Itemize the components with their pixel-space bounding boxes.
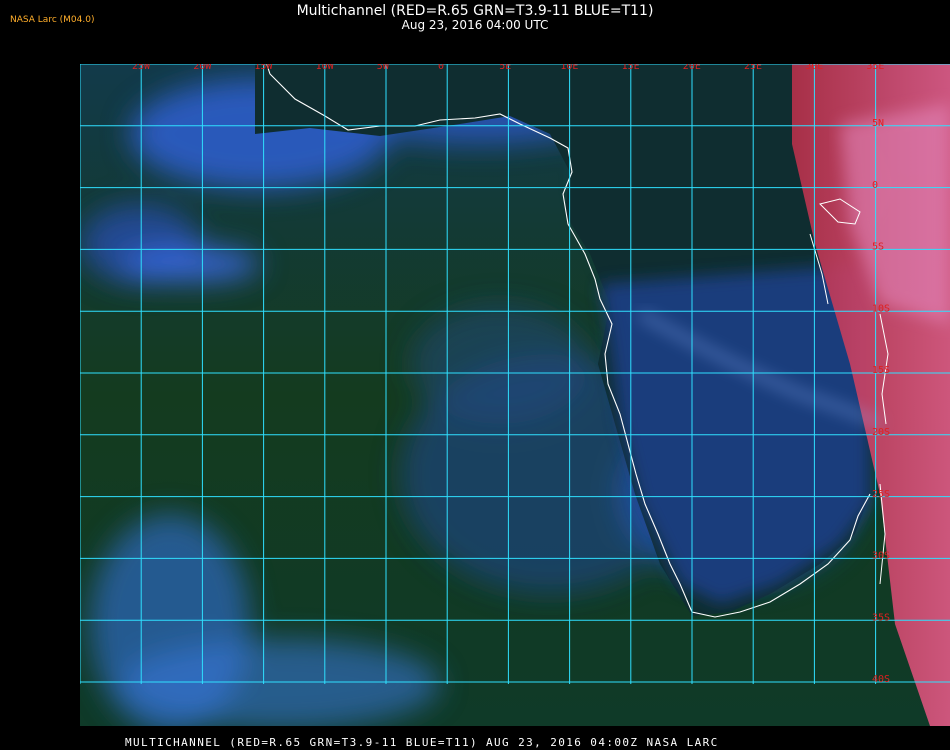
longitude-label: 30E <box>805 64 823 72</box>
longitude-label: 20E <box>683 64 701 72</box>
latitude-label: 10S <box>872 303 890 314</box>
longitude-label: 35E <box>866 64 884 72</box>
longitude-label: 5E <box>499 64 511 72</box>
longitude-label: 25W <box>132 64 151 72</box>
longitude-label: 15E <box>622 64 640 72</box>
latitude-label: 35S <box>872 612 890 623</box>
latitude-label: 30S <box>872 551 890 562</box>
longitude-label: 15W <box>254 64 273 72</box>
footer-caption: MULTICHANNEL (RED=R.65 GRN=T3.9-11 BLUE=… <box>125 736 719 749</box>
image-timestamp: Aug 23, 2016 04:00 UTC <box>401 18 549 32</box>
longitude-label: 10E <box>560 64 578 72</box>
satellite-image: 25W 20W 15W 10W 5W 0 5E 10E 15E 20E 25E 30E 35E 5N 0 5S… <box>80 64 950 726</box>
longitude-label: 10W <box>316 64 335 72</box>
latitude-label: 5N <box>872 118 884 129</box>
image-title: Multichannel (RED=R.65 GRN=T3.9-11 BLUE=… <box>296 3 654 19</box>
satellite-map: 25W 20W 15W 10W 5W 0 5E 10E 15E 20E 25E 30E 35E 5N 0 5S… <box>80 64 950 726</box>
latitude-label: 25S <box>872 489 890 500</box>
longitude-label: 0 <box>438 64 444 72</box>
latitude-label: 40S <box>872 674 890 685</box>
longitude-label: 20W <box>193 64 212 72</box>
latitude-label: 0 <box>872 180 878 191</box>
latitude-label: 15S <box>872 365 890 376</box>
source-credit: NASA Larc (M04.0) <box>10 15 95 25</box>
longitude-label: 25E <box>744 64 762 72</box>
latitude-label: 5S <box>872 242 884 253</box>
latitude-label: 20S <box>872 427 890 438</box>
longitude-label: 5W <box>377 64 390 72</box>
